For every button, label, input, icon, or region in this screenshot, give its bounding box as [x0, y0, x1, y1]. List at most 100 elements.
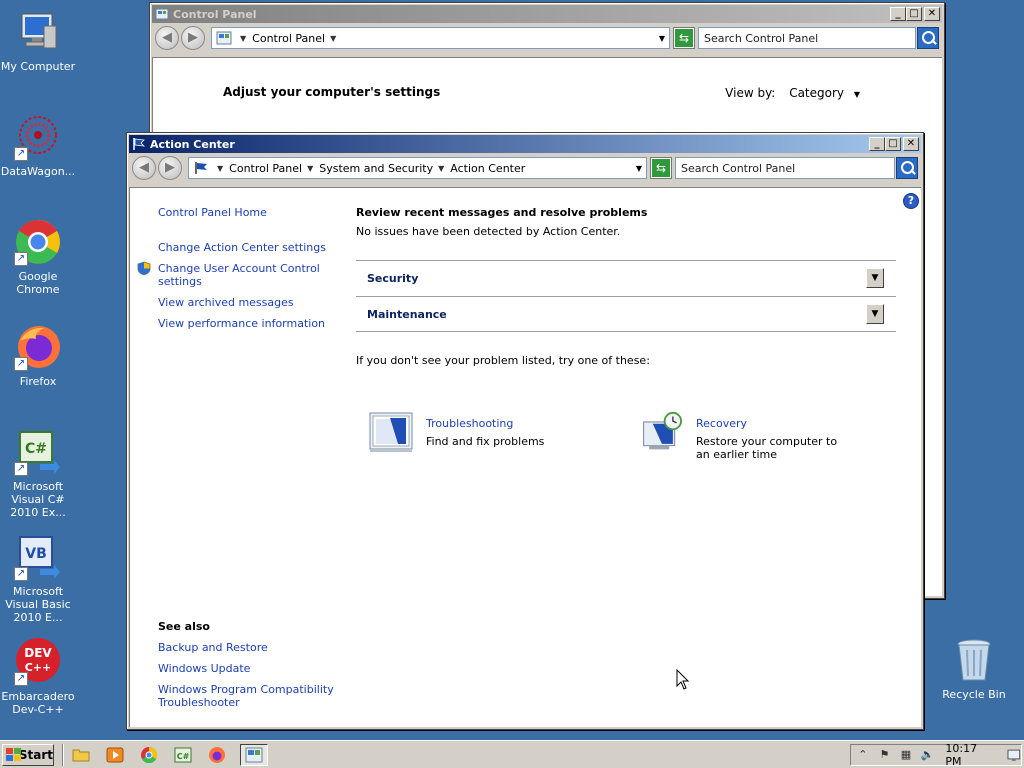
see-also-link-windows-update[interactable]: Windows Update	[158, 662, 358, 675]
minimize-button[interactable]: _	[890, 7, 906, 21]
action-center-navbar: ◀ ▶ ▼ Control Panel ▼ System and Securit…	[129, 153, 921, 183]
section-security[interactable]: Security ▼	[356, 260, 896, 296]
nav-link-change-action-center-settings[interactable]: Change Action Center settings	[158, 241, 338, 254]
status-text: No issues have been detected by Action C…	[356, 225, 621, 238]
recovery-link[interactable]: Recovery	[696, 417, 747, 430]
nav-link-change-uac-settings[interactable]: Change User Account Control settings	[158, 262, 328, 288]
view-by-control[interactable]: View by: Category ▼	[725, 86, 860, 100]
breadcrumb-separator-icon[interactable]: ▼	[217, 164, 223, 173]
search-input[interactable]: Search Control Panel	[675, 157, 895, 179]
close-button[interactable]: ✕	[924, 7, 940, 21]
recovery-tool[interactable]: Recovery Restore your computer to an ear…	[638, 411, 898, 463]
action-center-flag-icon[interactable]: ⚑	[877, 747, 893, 763]
desktop-icon-datawagon[interactable]: ↗ DataWagon...	[0, 113, 76, 178]
clock[interactable]: 10:17 PM	[945, 742, 995, 768]
nav-link-control-panel-home[interactable]: Control Panel Home	[158, 206, 267, 219]
start-label: Start	[18, 747, 53, 762]
dev-cpp-icon: DEV C++ ↗	[14, 638, 62, 686]
action-center-window[interactable]: Action Center _ □ ✕ ◀ ▶ ▼ Control Panel …	[126, 132, 924, 730]
desktop-icon-label: Microsoft Visual Basic 2010 E...	[5, 585, 71, 624]
recovery-icon	[643, 411, 682, 450]
page-title: Review recent messages and resolve probl…	[356, 206, 648, 219]
forward-button[interactable]: ▶	[181, 26, 205, 50]
volume-icon[interactable]: 🔈	[920, 747, 936, 763]
search-button[interactable]	[917, 27, 939, 49]
expand-maintenance-button[interactable]: ▼	[866, 304, 884, 324]
breadcrumb-action-center[interactable]: Action Center	[450, 162, 525, 175]
start-button[interactable]: Start	[2, 743, 54, 766]
refresh-button[interactable]: ⇆	[650, 157, 672, 179]
troubleshooting-tool[interactable]: Troubleshooting Find and fix problems	[368, 411, 628, 463]
desktop-icon-label: My Computer	[0, 60, 76, 73]
refresh-button[interactable]: ⇆	[673, 27, 695, 49]
control-panel-icon	[216, 31, 232, 45]
maximize-button[interactable]: □	[906, 7, 922, 21]
section-maintenance[interactable]: Maintenance ▼	[356, 296, 896, 332]
back-button[interactable]: ◀	[155, 26, 179, 50]
desktop-icon-my-computer[interactable]: My Computer	[0, 8, 76, 73]
taskbar-control-panel-button[interactable]	[240, 743, 268, 766]
minimize-button[interactable]: _	[869, 137, 885, 151]
chevron-up-icon[interactable]: ⌃	[855, 747, 871, 763]
address-dropdown-icon[interactable]: ▼	[659, 34, 665, 43]
breadcrumb-control-panel[interactable]: Control Panel	[252, 32, 325, 45]
mouse-cursor-icon	[676, 669, 690, 690]
flag-icon	[133, 138, 146, 150]
breadcrumb-separator-icon[interactable]: ▼	[307, 164, 313, 173]
show-desktop-icon[interactable]	[1007, 748, 1021, 762]
nav-link-view-performance-information[interactable]: View performance information	[158, 317, 338, 330]
expand-security-button[interactable]: ▼	[866, 268, 884, 288]
uac-shield-icon	[137, 261, 151, 276]
svg-text:C++: C++	[25, 661, 52, 674]
address-bar[interactable]: ▼ Control Panel ▼ ▼	[211, 27, 670, 49]
taskbar-visual-csharp-button[interactable]: C#	[172, 744, 194, 766]
control-panel-titlebar[interactable]: Control Panel _ □ ✕	[152, 5, 942, 23]
search-button[interactable]	[896, 157, 918, 179]
desktop-icon-visual-csharp[interactable]: C# ↗ Microsoft Visual C# 2010 Ex...	[0, 428, 76, 519]
taskbar-firefox-button[interactable]	[206, 744, 228, 766]
see-also-link-compatibility-troubleshooter[interactable]: Windows Program Compatibility Troublesho…	[158, 683, 358, 709]
taskbar-media-player-button[interactable]	[104, 744, 126, 766]
breadcrumb-system-and-security[interactable]: System and Security	[319, 162, 433, 175]
shortcut-arrow-icon: ↗	[14, 147, 28, 161]
troubleshooting-icon	[369, 412, 413, 452]
desktop-icon-dev-cpp[interactable]: DEV C++ ↗ Embarcadero Dev-C++	[0, 638, 76, 716]
nav-link-view-archived-messages[interactable]: View archived messages	[158, 296, 338, 309]
network-icon[interactable]: ▦	[898, 747, 914, 763]
desktop-icon-google-chrome[interactable]: ↗ Google Chrome	[0, 218, 76, 296]
breadcrumb-separator-icon[interactable]: ▼	[330, 34, 336, 43]
section-heading: Maintenance	[367, 307, 447, 321]
help-icon[interactable]: ?	[903, 193, 919, 209]
desktop-icon-recycle-bin[interactable]: Recycle Bin	[936, 636, 1012, 701]
chevron-down-icon[interactable]: ▼	[854, 90, 860, 99]
desktop-icon-firefox[interactable]: ↗ Firefox	[0, 323, 76, 388]
see-also-link-backup-and-restore[interactable]: Backup and Restore	[158, 641, 358, 654]
close-button[interactable]: ✕	[903, 137, 919, 151]
taskbar-chrome-button[interactable]	[138, 744, 160, 766]
breadcrumb-separator-icon[interactable]: ▼	[438, 164, 444, 173]
troubleshooting-link[interactable]: Troubleshooting	[426, 417, 513, 430]
shortcut-arrow-icon: ↗	[14, 252, 28, 266]
visual-basic-icon: VB ↗	[14, 533, 62, 581]
shortcut-arrow-icon: ↗	[14, 462, 28, 476]
recovery-description: Restore your computer to an earlier time	[696, 435, 838, 461]
desktop-icon-label: Google Chrome	[16, 270, 60, 296]
taskbar-explorer-button[interactable]	[70, 744, 92, 766]
shortcut-arrow-icon: ↗	[14, 567, 28, 581]
breadcrumb-separator-icon[interactable]: ▼	[240, 34, 246, 43]
action-center-titlebar[interactable]: Action Center _ □ ✕	[129, 135, 921, 153]
try-these-text: If you don't see your problem listed, tr…	[356, 354, 650, 367]
window-title: Action Center	[150, 137, 235, 151]
address-bar[interactable]: ▼ Control Panel ▼ System and Security ▼ …	[188, 157, 647, 179]
maximize-button[interactable]: □	[885, 137, 901, 151]
desktop-icon-visual-basic[interactable]: VB ↗ Microsoft Visual Basic 2010 E...	[0, 533, 76, 624]
search-input[interactable]: Search Control Panel	[698, 27, 916, 49]
see-also-title: See also	[158, 620, 210, 633]
forward-button[interactable]: ▶	[158, 156, 182, 180]
troubleshooting-description: Find and fix problems	[426, 435, 545, 448]
address-dropdown-icon[interactable]: ▼	[636, 164, 642, 173]
back-button[interactable]: ◀	[132, 156, 156, 180]
taskbar: Start C# ⌃ ⚑ ▦ 🔈 10:17 PM	[0, 740, 1024, 768]
breadcrumb-control-panel[interactable]: Control Panel	[229, 162, 302, 175]
view-by-value[interactable]: Category	[789, 86, 844, 100]
